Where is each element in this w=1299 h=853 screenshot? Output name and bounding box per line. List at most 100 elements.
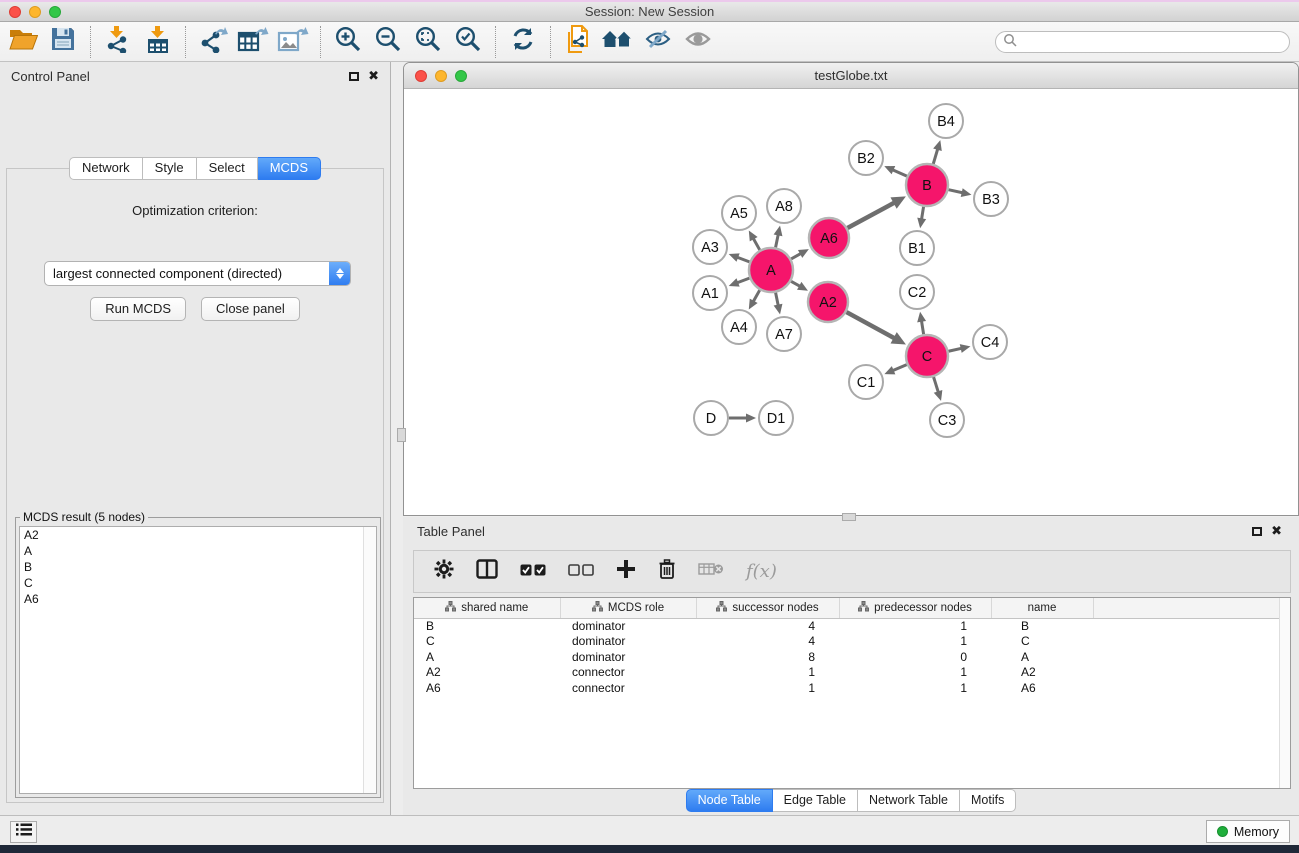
column-header[interactable]: name [991,598,1093,618]
tab-network[interactable]: Network [69,157,143,180]
mcds-result-item[interactable]: B [20,559,376,575]
table-row[interactable]: A2connector11A2 [414,665,1280,681]
zoom-in-button[interactable] [328,25,368,59]
tab-node-table[interactable]: Node Table [686,789,773,812]
float-panel-icon[interactable] [349,72,359,81]
plus-icon [616,559,636,584]
function-builder-button[interactable]: f(x) [746,561,777,582]
column-header[interactable]: shared name [414,598,560,618]
task-history-button[interactable] [10,821,37,843]
delete-columns-button[interactable] [658,559,676,584]
mcds-result-item[interactable]: C [20,575,376,591]
zoom-out-button[interactable] [368,25,408,59]
select-stepper-icon [329,261,350,286]
tab-network-table[interactable]: Network Table [858,789,960,812]
app-window: { "window": { "title": "Session: New Ses… [0,0,1299,853]
result-list-scrollbar[interactable] [363,527,376,793]
graph-edge[interactable] [753,237,760,250]
hide-graphics-details-button[interactable] [638,25,678,59]
node-label: D1 [767,411,786,427]
node-label: A5 [730,206,748,222]
node-label: A1 [701,286,719,302]
node-table[interactable]: shared nameMCDS rolesuccessor nodesprede… [414,598,1281,696]
mcds-result-item[interactable]: A6 [20,591,376,607]
mcds-result-item[interactable]: A [20,543,376,559]
mcds-result-item[interactable]: A2 [20,527,376,543]
graph-edge[interactable] [846,312,895,339]
mcds-result-list[interactable]: A2ABCA6 [19,526,377,794]
graph-edge[interactable] [934,377,939,393]
open-session-button[interactable] [3,25,43,59]
delete-table-button[interactable] [698,561,724,582]
tab-style[interactable]: Style [143,157,197,180]
export-image-icon [277,25,309,58]
graph-edge[interactable] [776,293,779,307]
table-settings-button[interactable] [434,559,454,584]
table-row[interactable]: Cdominator41C [414,634,1280,650]
close-table-panel-icon[interactable]: ✖ [1271,526,1282,536]
horizontal-splitter-handle[interactable] [842,513,856,521]
graph-edge[interactable] [847,202,895,228]
float-table-panel-icon[interactable] [1252,527,1262,536]
node-label: A4 [730,320,748,336]
search-input[interactable] [995,31,1290,53]
show-column-button[interactable] [476,559,498,584]
column-header[interactable]: successor nodes [696,598,839,618]
list-icon [16,823,32,841]
tab-motifs[interactable]: Motifs [960,789,1016,812]
export-network-button[interactable] [193,25,233,59]
toolbar-separator [550,26,551,58]
show-graphics-details-button[interactable] [678,25,718,59]
graph-edge[interactable] [948,190,963,193]
graph-edge[interactable] [948,348,962,351]
shared-column-icon [858,601,869,615]
vertical-splitter-handle[interactable] [397,428,406,442]
column-header[interactable]: MCDS role [560,598,696,618]
close-panel-button[interactable]: Close panel [201,297,300,321]
deselect-all-button[interactable] [568,563,594,581]
run-mcds-button[interactable]: Run MCDS [90,297,186,321]
tab-edge-table[interactable]: Edge Table [773,789,858,812]
memory-button[interactable]: Memory [1206,820,1290,843]
export-table-button[interactable] [233,25,273,59]
add-column-button[interactable] [616,559,636,584]
network-canvas[interactable]: ABCA6A2A1A3A4A5A7A8B1B2B3B4C1C2C3C4DD1 [404,90,1298,515]
graph-edge[interactable] [892,365,907,371]
status-bar: Memory [0,815,1299,845]
home-view-button[interactable] [598,25,638,59]
graph-edge[interactable] [933,148,938,164]
graph-edge[interactable] [753,290,760,303]
graph-edge[interactable] [921,207,923,221]
zoom-fit-button[interactable] [408,25,448,59]
table-scrollbar[interactable] [1279,598,1290,788]
graph-edge[interactable] [921,320,923,335]
close-panel-icon[interactable]: ✖ [368,71,379,81]
graph-edge[interactable] [892,169,907,176]
graph-edge[interactable] [736,257,749,262]
criterion-select[interactable]: largest connected component (directed) [44,261,351,286]
network-graph[interactable]: ABCA6A2A1A3A4A5A7A8B1B2B3B4C1C2C3C4DD1 [404,90,1298,515]
refresh-view-button[interactable] [503,25,543,59]
node-label: C4 [981,335,1000,351]
table-row[interactable]: A6connector11A6 [414,680,1280,696]
column-header[interactable]: predecessor nodes [839,598,991,618]
network-window-titlebar[interactable]: testGlobe.txt [404,63,1298,89]
select-all-button[interactable] [520,563,546,581]
export-image-button[interactable] [273,25,313,59]
table-row[interactable]: Adominator80A [414,649,1280,665]
zoom-selected-button[interactable] [448,25,488,59]
mcds-result-group: MCDS result (5 nodes) A2ABCA6 [15,517,381,798]
table-row[interactable]: Bdominator41B [414,618,1280,634]
toolbar-separator [495,26,496,58]
shared-column-icon [716,601,727,615]
unchecked-checkboxes-icon [568,563,594,581]
tab-mcds[interactable]: MCDS [258,157,321,180]
clone-network-button[interactable] [558,25,598,59]
graph-edge[interactable] [736,278,749,283]
save-session-button[interactable] [43,25,83,59]
import-network-button[interactable] [98,25,138,59]
tab-select[interactable]: Select [197,157,258,180]
import-table-button[interactable] [138,25,178,59]
node-label: C3 [938,413,957,429]
graph-edge[interactable] [776,233,779,247]
